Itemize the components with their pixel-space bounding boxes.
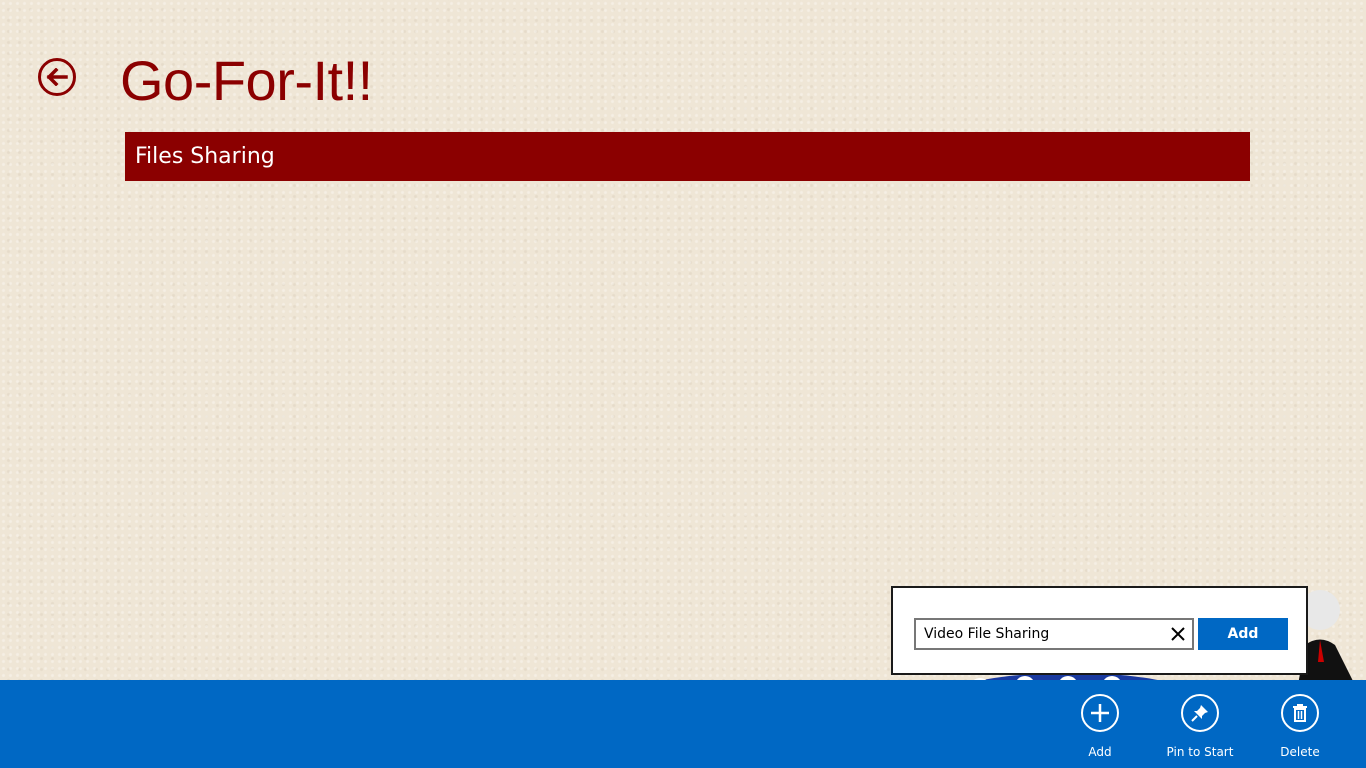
appbar-delete-button[interactable]: Delete [1250,694,1350,759]
clear-input-button[interactable] [1168,624,1188,644]
add-item-popup: Add [891,586,1308,675]
app-bar: Add Pin to Start Delete [0,680,1366,768]
pin-icon [1181,694,1219,732]
add-button[interactable]: Add [1198,618,1288,650]
trash-icon [1281,694,1319,732]
page-title: Go-For-It!! [120,49,373,112]
appbar-add-button[interactable]: Add [1050,694,1150,759]
list-item-files-sharing[interactable]: Files Sharing [125,132,1250,181]
appbar-pin-label: Pin to Start [1166,745,1234,759]
item-name-field [914,618,1194,650]
back-arrow-icon [46,68,68,86]
appbar-add-label: Add [1088,745,1112,759]
item-name-input[interactable] [916,620,1164,648]
list-item-label: Files Sharing [135,144,275,169]
appbar-delete-label: Delete [1280,745,1320,759]
back-button[interactable] [38,58,76,96]
close-icon [1171,627,1185,641]
plus-icon [1081,694,1119,732]
appbar-pin-button[interactable]: Pin to Start [1150,694,1250,759]
